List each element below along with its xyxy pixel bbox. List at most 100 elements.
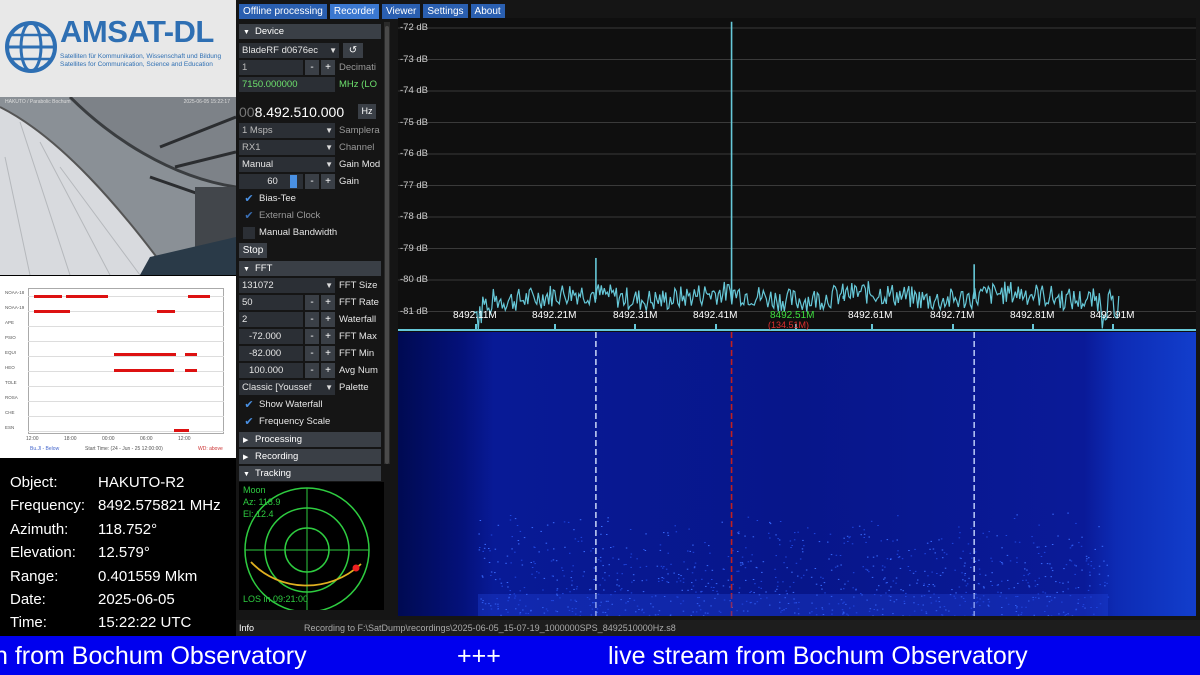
waterfall-noise-speck bbox=[602, 548, 604, 550]
waterfall-noise-speck bbox=[1070, 560, 1073, 562]
waterfall-noise-speck bbox=[958, 537, 961, 539]
waterfall-noise-speck bbox=[1009, 560, 1012, 562]
object-name: HAKUTO-R2 bbox=[98, 474, 185, 491]
fft-spectrum-plot[interactable] bbox=[398, 18, 1196, 332]
spectrum-waterfall-view[interactable]: -72 dB -73 dB -74 dB -75 dB -76 dB -77 dB -78 … bbox=[398, 18, 1196, 616]
gain-plus-button[interactable]: + bbox=[321, 174, 335, 189]
waterfall-noise-speck bbox=[583, 571, 585, 573]
schedule-row-label: PSIO bbox=[5, 335, 16, 340]
waterfall-noise-speck bbox=[571, 580, 573, 582]
fft-max-input[interactable]: -72.000 bbox=[239, 329, 303, 344]
waterfall-display[interactable] bbox=[398, 332, 1196, 616]
device-section-header[interactable]: ▼ Device bbox=[239, 24, 381, 39]
gain-minus-button[interactable]: - bbox=[305, 174, 319, 189]
waterfall-noise-speck bbox=[1028, 586, 1031, 588]
scrollbar-thumb[interactable] bbox=[385, 26, 389, 464]
waterfall-noise-speck bbox=[991, 585, 993, 586]
panel-scrollbar[interactable] bbox=[384, 22, 390, 464]
processing-section-header[interactable]: ▶ Processing bbox=[239, 432, 381, 447]
fft-rate-input[interactable]: 50 bbox=[239, 295, 303, 310]
waterfall-noise-speck bbox=[744, 535, 746, 537]
stop-button[interactable]: Stop bbox=[239, 243, 267, 258]
logo-subtitle-de: Satelliten für Kommunikation, Wissenscha… bbox=[60, 53, 222, 60]
logo-subtitle-en: Satellites for Communication, Science an… bbox=[60, 60, 213, 68]
info-label: Object: bbox=[10, 474, 58, 491]
waterfall-noise-speck bbox=[754, 583, 756, 585]
db-axis-label: -76 dB bbox=[400, 148, 428, 159]
waterfall-noise-speck bbox=[803, 574, 805, 576]
waterfall-noise-speck bbox=[1067, 581, 1069, 583]
waterfall-rate-input[interactable]: 2 bbox=[239, 312, 303, 327]
tab-viewer[interactable]: Viewer bbox=[382, 4, 421, 19]
waterfall-noise-speck bbox=[692, 551, 695, 553]
waterfall-minus-button[interactable]: - bbox=[305, 312, 319, 327]
waterfall-noise-speck bbox=[1024, 562, 1026, 564]
waterfall-noise-speck bbox=[632, 574, 635, 576]
avg-num-input[interactable]: 100.000 bbox=[239, 363, 303, 378]
lo-frequency-input[interactable]: 7150.000000 bbox=[239, 77, 335, 92]
device-select[interactable]: BladeRF d0676ec ▼ bbox=[239, 43, 339, 58]
waterfall-noise-speck bbox=[926, 542, 929, 544]
gain-slider[interactable]: 60 bbox=[239, 174, 303, 189]
palette-select[interactable]: Classic [Youssef ▼ bbox=[239, 380, 335, 395]
recording-section-header[interactable]: ▶ Recording bbox=[239, 449, 381, 464]
show-waterfall-checkbox[interactable]: ✔ bbox=[243, 399, 255, 411]
fft-rate-plus-button[interactable]: + bbox=[321, 295, 335, 310]
bias-tee-checkbox[interactable]: ✔ bbox=[243, 193, 255, 205]
fft-min-plus-button[interactable]: + bbox=[321, 346, 335, 361]
status-bar: Info Recording to F:\SatDump\recordings\… bbox=[236, 620, 1200, 636]
tab-recorder[interactable]: Recorder bbox=[329, 4, 379, 19]
channel-select[interactable]: RX1 ▼ bbox=[239, 140, 335, 155]
waterfall-noise-speck bbox=[1028, 585, 1030, 587]
waterfall-noise-speck bbox=[933, 585, 936, 587]
schedule-row-label: HEO bbox=[5, 365, 15, 370]
decimation-minus-button[interactable]: - bbox=[305, 60, 319, 75]
slider-grab[interactable] bbox=[290, 175, 297, 188]
waterfall-noise-speck bbox=[510, 562, 512, 564]
waterfall-noise-speck bbox=[1098, 565, 1101, 567]
waterfall-noise-speck bbox=[1059, 582, 1061, 584]
waterfall-plus-button[interactable]: + bbox=[321, 312, 335, 327]
fft-size-label: FFT Size bbox=[339, 280, 378, 291]
manual-bandwidth-checkbox[interactable] bbox=[243, 227, 255, 239]
tab-offline-processing[interactable]: Offline processing bbox=[239, 4, 327, 19]
waterfall-noise-speck bbox=[482, 576, 484, 578]
center-frequency-display[interactable]: 008.492.510.000 bbox=[239, 104, 344, 122]
waterfall-noise-speck bbox=[800, 577, 803, 579]
waterfall-noise-speck bbox=[896, 553, 899, 555]
fft-min-input[interactable]: -82.000 bbox=[239, 346, 303, 361]
external-clock-checkbox[interactable]: ✔ bbox=[243, 210, 255, 222]
waterfall-noise-speck bbox=[958, 526, 960, 528]
tab-settings[interactable]: Settings bbox=[423, 4, 468, 19]
waterfall-noise-speck bbox=[929, 548, 931, 550]
fft-max-minus-button[interactable]: - bbox=[305, 329, 319, 344]
fft-max-plus-button[interactable]: + bbox=[321, 329, 335, 344]
waterfall-noise-speck bbox=[662, 577, 665, 579]
tab-about[interactable]: About bbox=[470, 4, 505, 19]
avg-num-minus-button[interactable]: - bbox=[305, 363, 319, 378]
info-tab[interactable]: Info bbox=[239, 620, 254, 636]
waterfall-noise-speck bbox=[1106, 564, 1108, 566]
gain-mode-select[interactable]: Manual ▼ bbox=[239, 157, 335, 172]
object-azimuth: 118.752° bbox=[98, 521, 158, 538]
db-axis-label: -77 dB bbox=[400, 179, 428, 191]
waterfall-noise-speck bbox=[582, 575, 584, 577]
fft-size-select[interactable]: 131072 ▼ bbox=[239, 278, 335, 293]
fft-rate-minus-button[interactable]: - bbox=[305, 295, 319, 310]
lo-frequency-value: 7150.000000 bbox=[242, 79, 298, 90]
decimation-plus-button[interactable]: + bbox=[321, 60, 335, 75]
chevron-down-icon: ▼ bbox=[325, 143, 333, 152]
waterfall-noise-speck bbox=[795, 562, 798, 564]
waterfall-noise-speck bbox=[1005, 535, 1008, 536]
waterfall-noise-speck bbox=[1090, 565, 1092, 567]
hz-unit-button[interactable]: Hz bbox=[358, 104, 376, 119]
fft-min-minus-button[interactable]: - bbox=[305, 346, 319, 361]
fft-section-header[interactable]: ▼ FFT bbox=[239, 261, 381, 276]
decimation-input[interactable]: 1 bbox=[239, 60, 303, 75]
samplerate-select[interactable]: 1 Msps ▼ bbox=[239, 123, 335, 138]
waterfall-noise-speck bbox=[846, 535, 849, 537]
avg-num-plus-button[interactable]: + bbox=[321, 363, 335, 378]
frequency-scale-checkbox[interactable]: ✔ bbox=[243, 416, 255, 428]
tracking-section-header[interactable]: ▼ Tracking bbox=[239, 466, 381, 481]
refresh-devices-button[interactable]: ↺ bbox=[343, 43, 363, 58]
